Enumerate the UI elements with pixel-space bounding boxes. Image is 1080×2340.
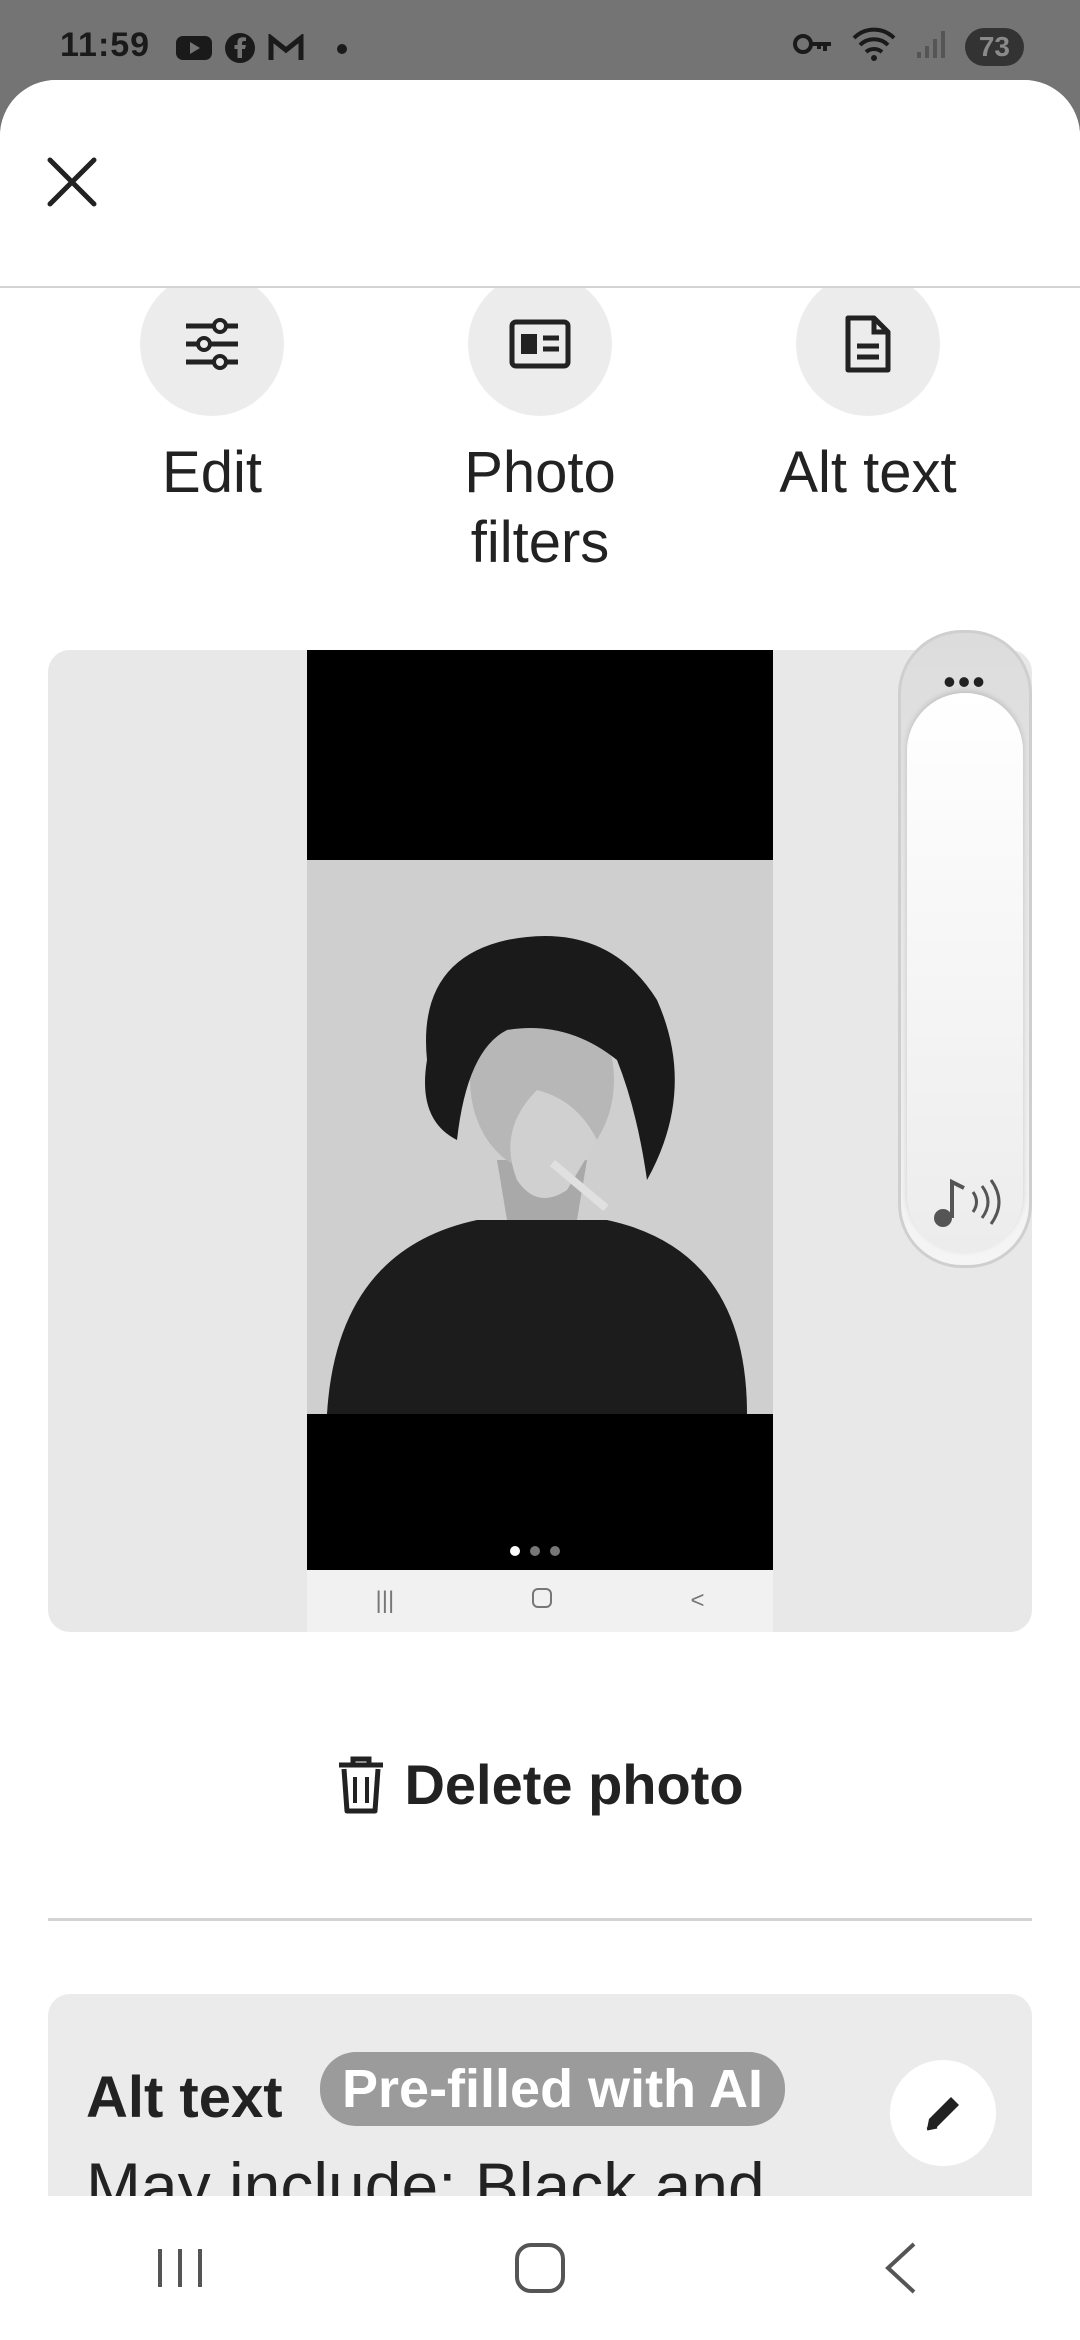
back-icon: [885, 2242, 916, 2294]
photo-preview[interactable]: ||| <: [48, 650, 1032, 1632]
home-button[interactable]: [480, 2228, 600, 2308]
page-dot: [530, 1546, 540, 1556]
ai-prefilled-badge: Pre-filled with AI: [320, 2052, 786, 2126]
document-icon: [845, 315, 891, 373]
home-icon: [531, 1587, 553, 1616]
photo-actions: Edit Photo filters Alt text: [0, 272, 1080, 660]
close-icon: [47, 157, 97, 207]
sliders-icon: [186, 318, 238, 370]
trash-icon: [339, 1756, 384, 1813]
page-dots: [510, 1546, 560, 1556]
back-icon: <: [690, 1587, 705, 1614]
key-icon: [792, 32, 833, 61]
home-icon: [515, 2243, 565, 2293]
gmail-icon: [268, 32, 304, 67]
photo-filters-label-line-2: filters: [470, 510, 610, 575]
volume-slider[interactable]: [907, 693, 1023, 1253]
photo-filters-action-label: Photo filters: [464, 438, 616, 578]
edit-action-circle: [140, 272, 284, 416]
back-button[interactable]: [840, 2228, 960, 2308]
alt-text-action-button[interactable]: Alt text: [718, 272, 1018, 508]
sheet-header: [0, 80, 1080, 288]
youtube-icon: [176, 34, 212, 67]
edit-alt-text-button[interactable]: [890, 2060, 996, 2166]
dot-icon: [336, 42, 348, 60]
photo-filter-icon: [509, 319, 571, 369]
edit-action-button[interactable]: Edit: [62, 272, 362, 508]
recents-icon: |||: [375, 1587, 395, 1614]
recents-icon: [158, 2249, 202, 2287]
notification-icons: [176, 32, 348, 69]
photo-filters-action-button[interactable]: Photo filters: [390, 272, 690, 578]
status-time: 11:59: [60, 26, 151, 64]
system-nav-bar: [0, 2196, 1080, 2340]
wifi-icon: [851, 26, 897, 67]
alt-text-action-label: Alt text: [779, 440, 957, 505]
alt-text-action-circle: [796, 272, 940, 416]
battery-icon: 73: [964, 27, 1024, 66]
signal-icon: [915, 28, 947, 65]
edit-action-label: Edit: [162, 440, 262, 505]
facebook-icon: [224, 32, 256, 69]
portrait-photo: [307, 860, 773, 1414]
preview-navbar: ||| <: [307, 1570, 773, 1632]
screenshot-image: ||| <: [307, 650, 773, 1632]
delete-photo-label: Delete photo: [404, 1753, 744, 1816]
status-bar: 11:59 73: [0, 0, 1080, 80]
system-icons: 73: [792, 26, 1024, 67]
alt-text-title: Alt text: [86, 2065, 283, 2130]
pencil-icon: [926, 2097, 959, 2131]
volume-panel[interactable]: •••: [898, 630, 1032, 1268]
close-button[interactable]: [40, 150, 104, 214]
divider: [48, 1918, 1032, 1921]
photo-filters-action-circle: [468, 272, 612, 416]
delete-photo-button[interactable]: Delete photo: [0, 1752, 1080, 1817]
recents-button[interactable]: [120, 2228, 240, 2308]
photo-filters-label-line-1: Photo: [464, 440, 616, 505]
page-dot: [510, 1546, 520, 1556]
media-volume-icon[interactable]: [931, 1174, 1001, 1235]
page-dot: [550, 1546, 560, 1556]
